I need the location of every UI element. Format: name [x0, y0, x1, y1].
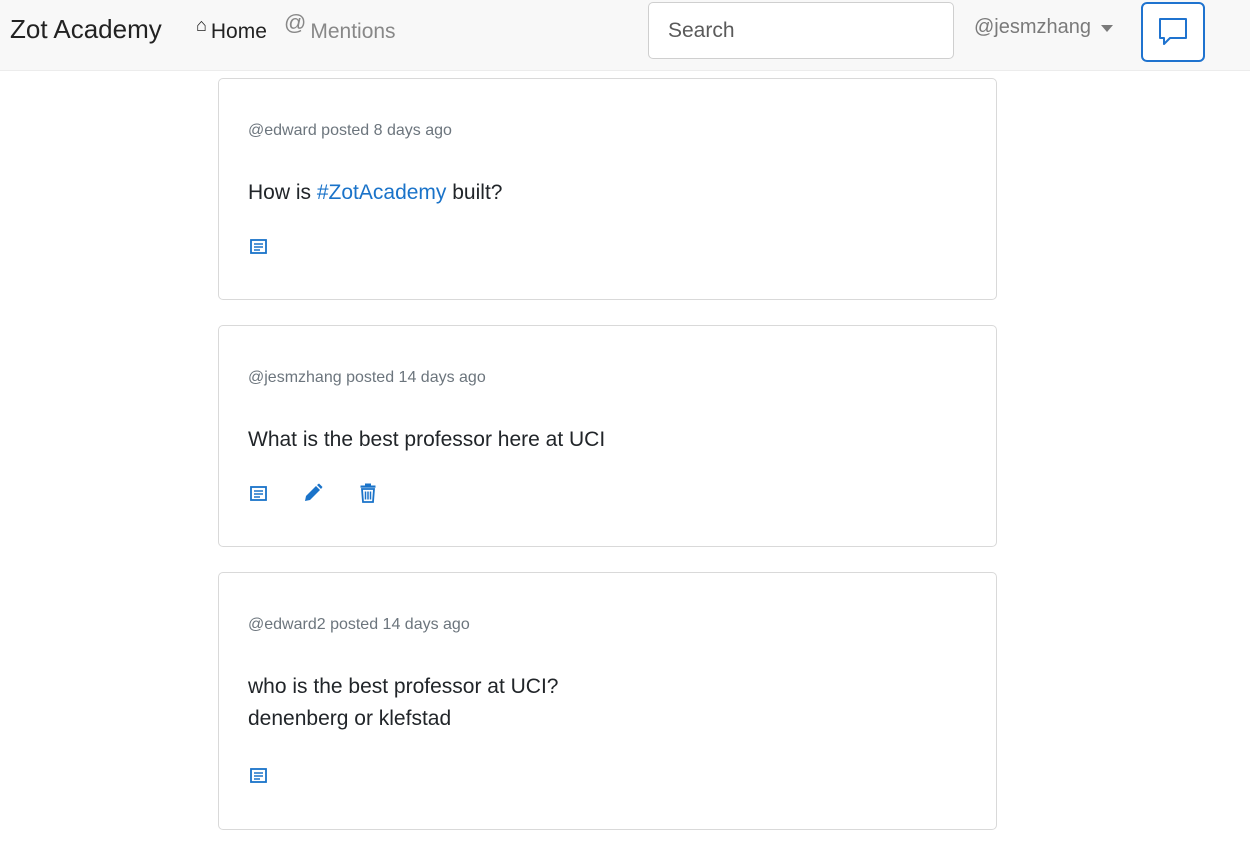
nav-mentions-label: Mentions	[310, 20, 396, 43]
delete-button[interactable]	[358, 483, 378, 503]
nav-home-link[interactable]: ⌂ Home	[196, 14, 267, 44]
comment-button[interactable]	[248, 483, 268, 503]
compose-post-button[interactable]	[1141, 2, 1205, 62]
hashtag-link[interactable]: #ZotAcademy	[317, 181, 447, 204]
post-meta: @jesmzhang posted 14 days ago	[248, 369, 486, 386]
home-icon: ⌂	[196, 15, 207, 35]
comment-icon	[249, 238, 267, 254]
comment-icon	[249, 485, 267, 501]
chat-bubble-icon	[1159, 18, 1187, 45]
username-label: @jesmzhang	[974, 16, 1092, 38]
brand-link[interactable]: Zot Academy	[10, 14, 162, 45]
post-card: @edward2 posted 14 days ago who is the b…	[218, 572, 997, 830]
search-input[interactable]	[648, 2, 954, 59]
post-actions	[248, 765, 268, 785]
post-actions	[248, 236, 268, 256]
edit-button[interactable]	[303, 483, 323, 503]
comment-button[interactable]	[248, 765, 268, 785]
post-text-line: who is the best professor at UCI?	[248, 675, 559, 698]
navbar: Zot Academy ⌂ Home @ Mentions @jesmzhang	[0, 0, 1250, 71]
at-sign-icon: @	[284, 10, 307, 35]
post-card: @jesmzhang posted 14 days ago What is th…	[218, 325, 997, 547]
post-body: who is the best professor at UCI? denenb…	[248, 671, 558, 735]
post-card: @edward posted 8 days ago How is #ZotAca…	[218, 78, 997, 300]
post-actions	[248, 483, 378, 503]
post-meta: @edward posted 8 days ago	[248, 122, 452, 139]
post-meta: @edward2 posted 14 days ago	[248, 616, 470, 633]
nav-home-label: Home	[210, 20, 267, 43]
comment-button[interactable]	[248, 236, 268, 256]
trash-icon	[360, 483, 376, 503]
post-body: What is the best professor here at UCI	[248, 428, 606, 451]
post-text: built?	[446, 181, 503, 204]
post-text-line: denenberg or klefstad	[248, 707, 452, 730]
post-text: How is	[248, 181, 317, 204]
post-body: How is #ZotAcademy built?	[248, 177, 502, 209]
pencil-icon	[305, 483, 323, 501]
comment-icon	[249, 767, 267, 783]
nav-mentions-link[interactable]: @ Mentions	[284, 10, 396, 44]
user-menu-dropdown[interactable]: @jesmzhang	[974, 16, 1114, 39]
caret-down-icon	[1101, 25, 1114, 32]
